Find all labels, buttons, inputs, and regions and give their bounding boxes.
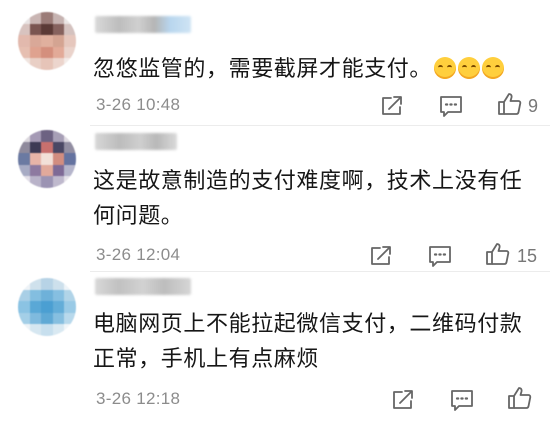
comment-text: 电脑网页上不能拉起微信支付，二维码付款 正常，手机上有点麻烦	[93, 312, 523, 372]
comment-icon[interactable]	[427, 243, 453, 269]
like-count: 15	[517, 246, 538, 266]
username[interactable]	[95, 278, 191, 295]
like-icon[interactable]	[507, 385, 533, 411]
grimace-emoji	[458, 57, 481, 79]
comment-time: 3-26 12:18	[96, 389, 181, 408]
comment-item: 电脑网页上不能拉起微信支付，二维码付款 正常，手机上有点麻烦 3-26 12:1…	[0, 272, 550, 424]
comment-time: 3-26 12:04	[96, 245, 181, 264]
comment-item: 这是故意制造的支付难度啊，技术上没有任 何问题。 3-26 12:04 15	[0, 126, 550, 272]
avatar[interactable]	[18, 130, 76, 188]
comment-item: 忽悠监管的，需要截屏才能支付。 3-26 10:48 9	[0, 0, 550, 126]
grimace-emoji	[434, 57, 457, 79]
comment-icon[interactable]	[438, 93, 464, 119]
username[interactable]	[95, 16, 191, 33]
share-icon[interactable]	[379, 93, 405, 119]
like-icon[interactable]	[485, 241, 511, 267]
share-icon[interactable]	[368, 243, 394, 269]
comment-text: 这是故意制造的支付难度啊，技术上没有任 何问题。	[93, 169, 523, 229]
grimace-emoji	[482, 57, 505, 79]
comment-icon[interactable]	[449, 387, 475, 413]
avatar[interactable]	[18, 12, 76, 70]
username[interactable]	[95, 133, 177, 150]
like-count: 9	[528, 96, 539, 116]
like-icon[interactable]	[497, 91, 523, 117]
share-icon[interactable]	[390, 387, 416, 413]
comment-time: 3-26 10:48	[96, 95, 181, 114]
avatar[interactable]	[18, 278, 76, 336]
comment-text: 忽悠监管的，需要截屏才能支付。	[93, 52, 526, 87]
